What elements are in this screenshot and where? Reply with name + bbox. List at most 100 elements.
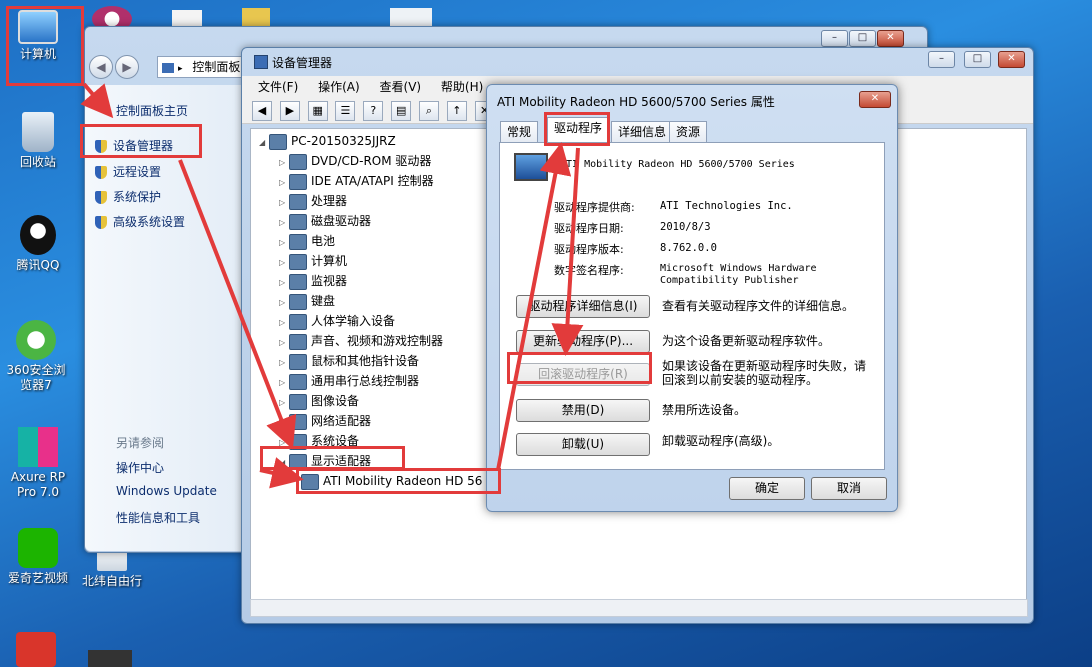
tree-item-category[interactable]: ▷ 电池	[279, 231, 335, 251]
expand-arrow-icon[interactable]: ▷	[279, 173, 289, 193]
device-category-icon	[289, 373, 307, 390]
tree-item-category[interactable]: ▷ 图像设备	[279, 391, 359, 411]
expand-arrow-icon[interactable]: ▷	[279, 333, 289, 353]
view-icon[interactable]: ▤	[391, 101, 412, 121]
tree-item-category[interactable]: ◢ 显示适配器	[279, 451, 371, 471]
desktop-icon-recycle-bin[interactable]: 回收站	[3, 112, 73, 170]
windows-update-link[interactable]: Windows Update	[116, 484, 217, 498]
expand-arrow-icon[interactable]: ▷	[279, 353, 289, 373]
scan-icon[interactable]: ⌕	[418, 101, 439, 121]
menu-file[interactable]: 文件(F)	[258, 80, 298, 94]
dialog-title: ATI Mobility Radeon HD 5600/5700 Series …	[497, 95, 775, 109]
close-button[interactable]: ✕	[877, 30, 904, 47]
control-panel-home-link[interactable]: 控制面板主页	[116, 102, 188, 119]
uninstall-button[interactable]: 卸载(U)	[516, 433, 650, 456]
signer-value: Microsoft Windows Hardware Compatibility…	[660, 263, 817, 286]
address-text: 控制面板	[192, 60, 241, 74]
dialog-close-button[interactable]: ✕	[859, 91, 891, 108]
update-driver-button[interactable]: 更新驱动程序(P)...	[516, 330, 650, 353]
tree-item-category[interactable]: ▷ 系统设备	[279, 431, 359, 451]
driver-details-desc: 查看有关驱动程序文件的详细信息。	[662, 299, 855, 313]
tree-item-category[interactable]: ▷ 计算机	[279, 251, 347, 271]
desktop-icon-label: 爱奇艺视频	[7, 571, 68, 585]
expand-arrow-icon[interactable]: ▷	[279, 233, 289, 253]
action-center-link[interactable]: 操作中心	[116, 459, 164, 476]
expand-arrow-icon[interactable]: ▷	[279, 153, 289, 173]
close-button[interactable]: ✕	[998, 51, 1025, 68]
device-category-icon	[289, 413, 307, 430]
expand-arrow-icon[interactable]: ▷	[279, 313, 289, 333]
device-category-icon	[289, 193, 307, 210]
tab-general[interactable]: 常规	[500, 121, 539, 142]
tab-resources[interactable]: 资源	[669, 121, 708, 142]
tab-driver[interactable]: 驱动程序	[547, 117, 610, 143]
properties-icon[interactable]: ▦	[307, 101, 328, 121]
tree-item-category[interactable]: ▷ 处理器	[279, 191, 347, 211]
forward-button[interactable]: ▶	[115, 55, 139, 79]
tree-item-category[interactable]: ▷ 监视器	[279, 271, 347, 291]
menu-view[interactable]: 查看(V)	[380, 80, 422, 94]
desktop-icon-iqiyi[interactable]: 爱奇艺视频	[3, 528, 73, 586]
list-icon[interactable]: ☰	[335, 101, 356, 121]
desktop-icon-axure[interactable]: Axure RP Pro 7.0	[3, 427, 73, 500]
desktop-icon-computer[interactable]: 计算机	[3, 10, 73, 62]
help-icon[interactable]: ?	[363, 101, 384, 121]
menu-action[interactable]: 操作(A)	[318, 80, 360, 94]
expand-arrow-icon[interactable]: ▷	[279, 433, 289, 453]
expand-arrow-icon[interactable]: ▷	[279, 373, 289, 393]
desktop-icon-label: 北纬自由行	[81, 574, 142, 588]
disable-desc: 禁用所选设备。	[662, 403, 747, 417]
remote-settings-link[interactable]: 远程设置	[95, 163, 161, 180]
tree-item-category[interactable]: ▷ 磁盘驱动器	[279, 211, 371, 231]
collapse-arrow-icon[interactable]: ◢	[259, 133, 269, 153]
tab-details[interactable]: 详细信息	[611, 121, 674, 142]
signer-label: 数字签名程序:	[554, 264, 624, 277]
tree-item-ati-device[interactable]: ATI Mobility Radeon HD 56	[301, 471, 482, 491]
tree-item-category[interactable]: ▷ 人体学输入设备	[279, 311, 395, 331]
tree-item-category[interactable]: ▷ 声音、视频和游戏控制器	[279, 331, 443, 351]
menu-help[interactable]: 帮助(H)	[441, 80, 483, 94]
desktop-icon-360-browser[interactable]: 360安全浏览器7	[1, 320, 71, 393]
minimize-button[interactable]: –	[928, 51, 955, 68]
maximize-button[interactable]: □	[849, 30, 876, 47]
back-arrow-icon[interactable]: ◀	[252, 101, 272, 121]
ok-button[interactable]: 确定	[729, 477, 805, 500]
tree-item-category[interactable]: ▷ IDE ATA/ATAPI 控制器	[279, 171, 434, 191]
expand-arrow-icon[interactable]: ▷	[279, 393, 289, 413]
expand-arrow-icon[interactable]: ▷	[279, 413, 289, 433]
tree-item-category[interactable]: ▷ 网络适配器	[279, 411, 371, 431]
horizontal-scrollbar[interactable]	[250, 599, 1028, 617]
tree-item-category[interactable]: ▷ 键盘	[279, 291, 335, 311]
expand-arrow-icon[interactable]: ▷	[279, 253, 289, 273]
tree-item-category[interactable]: ▷ DVD/CD-ROM 驱动器	[279, 151, 431, 171]
collapse-arrow-icon[interactable]: ◢	[279, 453, 289, 473]
address-bar[interactable]: ▸ 控制面板	[157, 56, 249, 78]
tree-root[interactable]: ◢ PC-20150325JJRZ	[259, 131, 396, 151]
minimize-button[interactable]: –	[821, 30, 848, 47]
expand-arrow-icon[interactable]: ▷	[279, 273, 289, 293]
driver-details-button[interactable]: 驱动程序详细信息(I)	[516, 295, 650, 318]
forward-arrow-icon[interactable]: ▶	[279, 101, 300, 121]
advanced-settings-link[interactable]: 高级系统设置	[95, 213, 185, 230]
expand-arrow-icon[interactable]: ▷	[279, 293, 289, 313]
desktop-icon-qq[interactable]: 腾讯QQ	[3, 215, 73, 273]
maximize-button[interactable]: □	[964, 51, 991, 68]
expand-arrow-icon[interactable]: ▷	[279, 193, 289, 213]
recycle-bin-icon	[22, 112, 54, 152]
rollback-driver-button[interactable]: 回滚驱动程序(R)	[516, 363, 650, 386]
properties-dialog[interactable]: ATI Mobility Radeon HD 5600/5700 Series …	[486, 84, 898, 512]
tree-item-category[interactable]: ▷ 鼠标和其他指针设备	[279, 351, 419, 371]
disable-button[interactable]: 禁用(D)	[516, 399, 650, 422]
uninstall-desc: 卸载驱动程序(高级)。	[662, 434, 780, 448]
cancel-button[interactable]: 取消	[811, 477, 887, 500]
system-protection-link[interactable]: 系统保护	[95, 188, 161, 205]
back-button[interactable]: ◀	[89, 55, 113, 79]
performance-link[interactable]: 性能信息和工具	[116, 509, 200, 526]
expand-arrow-icon[interactable]: ▷	[279, 213, 289, 233]
device-category-icon	[289, 273, 307, 290]
update-driver-icon[interactable]: ↑	[446, 101, 467, 121]
computer-icon	[269, 133, 287, 150]
tree-item-category[interactable]: ▷ 通用串行总线控制器	[279, 371, 419, 391]
device-manager-link[interactable]: 设备管理器	[95, 137, 173, 154]
rollback-driver-desc: 如果该设备在更新驱动程序时失败，请回滚到以前安装的驱动程序。	[662, 359, 867, 387]
